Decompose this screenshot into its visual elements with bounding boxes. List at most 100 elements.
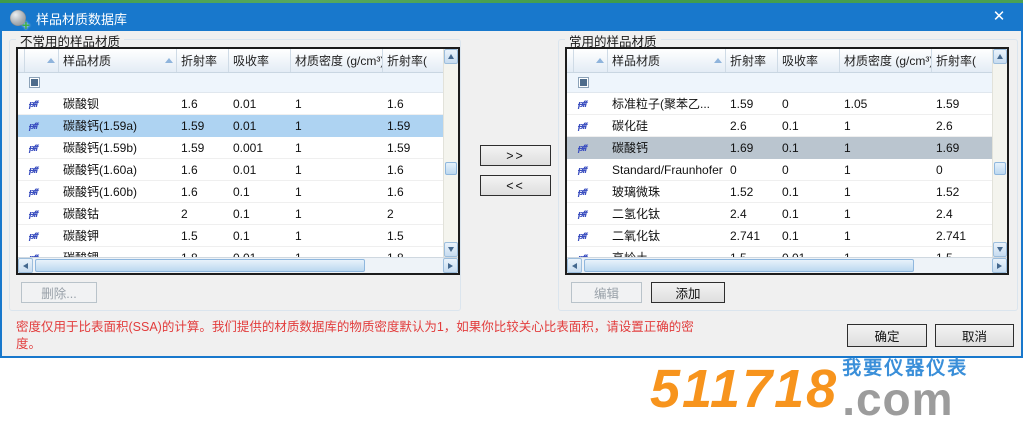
table-row[interactable]: pff 碳酸钡 1.6 0.01 1 1.6 [18,93,447,115]
sort-arrow-icon [47,58,55,63]
watermark-number: 511718 [650,359,839,419]
refractive-column-header[interactable]: 折射率 [726,49,778,72]
cell-density: 1 [844,162,851,177]
material-type-icon: pff [29,186,38,197]
cell-refractive2: 2 [387,206,394,221]
cell-material: 碳酸钴 [63,207,100,221]
material-type-icon: pff [29,120,38,131]
table-row[interactable]: pff 碳化硅 2.6 0.1 1 2.6 [567,115,996,137]
cell-refractive: 2.741 [730,228,761,243]
table-row[interactable]: pff 碳酸钙(1.60a) 1.6 0.01 1 1.6 [18,159,447,181]
density-column-header[interactable]: 材质密度 (g/cm³) [291,49,383,72]
cell-refractive2: 1.6 [387,162,404,177]
cell-material: 二氧化钛 [612,229,661,243]
icon-column-header[interactable] [25,49,59,72]
table-row[interactable]: pff 二氢化钛 2.4 0.1 1 2.4 [567,203,996,225]
filter-row[interactable] [18,73,447,93]
cell-material: 碳酸钙(1.59b) [63,141,138,155]
vertical-scroll-thumb[interactable] [445,161,457,175]
scroll-right-icon[interactable] [443,258,458,273]
scroll-up-icon[interactable] [993,49,1007,64]
absorption-column-header[interactable]: 吸收率 [229,49,291,72]
table-row[interactable]: pff 碳酸钙(1.60b) 1.6 0.1 1 1.6 [18,181,447,203]
cell-material: 碳酸钙 [612,141,649,155]
horizontal-scroll-thumb[interactable] [35,259,365,272]
cell-absorption: 0.1 [782,184,799,199]
cell-refractive: 1.59 [730,96,754,111]
table-row[interactable]: pff 碳酸钾 1.5 0.1 1 1.5 [18,225,447,247]
cell-density: 1 [295,96,302,111]
table-row[interactable]: pff 碳酸钙(1.59a) 1.59 0.01 1 1.59 [18,115,447,137]
table-header-row: 样品材质 折射率 吸收率 材质密度 (g/cm³) 折射率( [567,49,996,73]
move-to-uncommon-button[interactable]: << [480,175,551,196]
screen: + 样品材质数据库 ✕ 不常用的样品材质 样品材质 折射率 吸收率 材质密度 (… [0,0,1023,441]
edit-button[interactable]: 编辑 [571,282,642,303]
table-row[interactable]: pff 玻璃微珠 1.52 0.1 1 1.52 [567,181,996,203]
vertical-scrollbar[interactable] [443,49,458,257]
horizontal-scrollbar[interactable] [567,257,1007,273]
delete-button[interactable]: 删除... [21,282,97,303]
material-type-icon: pff [29,98,38,109]
move-to-common-button[interactable]: >> [480,145,551,166]
table-row[interactable]: pff 二氧化钛 2.741 0.1 1 2.741 [567,225,996,247]
scroll-right-icon[interactable] [992,258,1007,273]
material-column-header[interactable]: 样品材质 [59,49,177,72]
material-type-icon: pff [578,120,587,131]
title-bar[interactable]: + 样品材质数据库 ✕ [2,5,1021,32]
cell-material: 碳酸锂 [59,247,177,257]
table-row[interactable]: pff 高岭土 1.5 0.01 1 1.5 [567,247,996,257]
vertical-scrollbar[interactable] [992,49,1007,257]
cell-absorption: 0.01 [233,96,257,111]
cell-material: 碳酸钙(1.60a) [63,163,138,177]
filter-row[interactable] [567,73,996,93]
cell-refractive: 0 [730,162,737,177]
table-row[interactable]: pff 碳酸锂 1.8 0.01 1 1.8 [18,247,447,257]
scroll-up-icon[interactable] [444,49,458,64]
cell-material: 二氢化钛 [612,207,661,221]
close-icon[interactable]: ✕ [989,7,1009,27]
scroll-left-icon[interactable] [18,258,33,273]
scroll-down-icon[interactable] [444,242,458,257]
absorption-column-header[interactable]: 吸收率 [778,49,840,72]
material-type-icon: pff [29,164,38,175]
cell-refractive: 1.6 [181,96,198,111]
table-row[interactable]: pff 碳酸钴 2 0.1 1 2 [18,203,447,225]
cell-refractive: 2.4 [730,206,747,221]
filter-box-icon[interactable] [29,77,40,88]
cancel-button[interactable]: 取消 [935,324,1014,347]
scroll-left-icon[interactable] [567,258,582,273]
vertical-scroll-thumb[interactable] [994,161,1006,175]
ok-button[interactable]: 确定 [847,324,927,347]
scroll-down-icon[interactable] [993,242,1007,257]
table-row[interactable]: pff 碳酸钙(1.59b) 1.59 0.001 1 1.59 [18,137,447,159]
cell-absorption: 0.1 [233,228,250,243]
cell-absorption: 0.01 [233,118,257,133]
cell-absorption: 0.1 [233,184,250,199]
uncommon-materials-table[interactable]: 样品材质 折射率 吸收率 材质密度 (g/cm³) 折射率( pff 碳酸钡 1… [16,47,460,275]
density-column-header[interactable]: 材质密度 (g/cm³) [840,49,932,72]
table-row[interactable]: pff 标准粒子(聚苯乙... 1.59 0 1.05 1.59 [567,93,996,115]
cell-refractive2: 1.59 [936,96,960,111]
horizontal-scroll-thumb[interactable] [584,259,914,272]
refractive-column-header[interactable]: 折射率 [177,49,229,72]
cell-refractive: 1.59 [181,118,205,133]
cell-refractive2: 0 [936,162,943,177]
material-column-header[interactable]: 样品材质 [608,49,726,72]
cell-refractive2: 1.5 [932,247,996,258]
material-type-icon: pff [29,142,38,153]
cell-material: 高岭土 [608,247,726,257]
refractive2-column-header[interactable]: 折射率( [383,49,447,72]
refractive2-column-header[interactable]: 折射率( [932,49,996,72]
table-body: pff 标准粒子(聚苯乙... 1.59 0 1.05 1.59 pff 碳化硅… [567,93,996,257]
cell-refractive2: 2.741 [936,228,967,243]
icon-column-header[interactable] [574,49,608,72]
material-type-icon: pff [578,186,587,197]
table-row[interactable]: pff 碳酸钙 1.69 0.1 1 1.69 [567,137,996,159]
common-materials-table[interactable]: 样品材质 折射率 吸收率 材质密度 (g/cm³) 折射率( pff 标准粒子(… [565,47,1009,275]
horizontal-scrollbar[interactable] [18,257,458,273]
table-row[interactable]: pff Standard/Fraunhofer 0 0 1 0 [567,159,996,181]
cell-refractive: 1.6 [181,184,198,199]
filter-box-icon[interactable] [578,77,589,88]
uncommon-materials-group: 不常用的样品材质 样品材质 折射率 吸收率 材质密度 (g/cm³) 折射率( [9,31,461,311]
add-button[interactable]: 添加 [651,282,725,303]
